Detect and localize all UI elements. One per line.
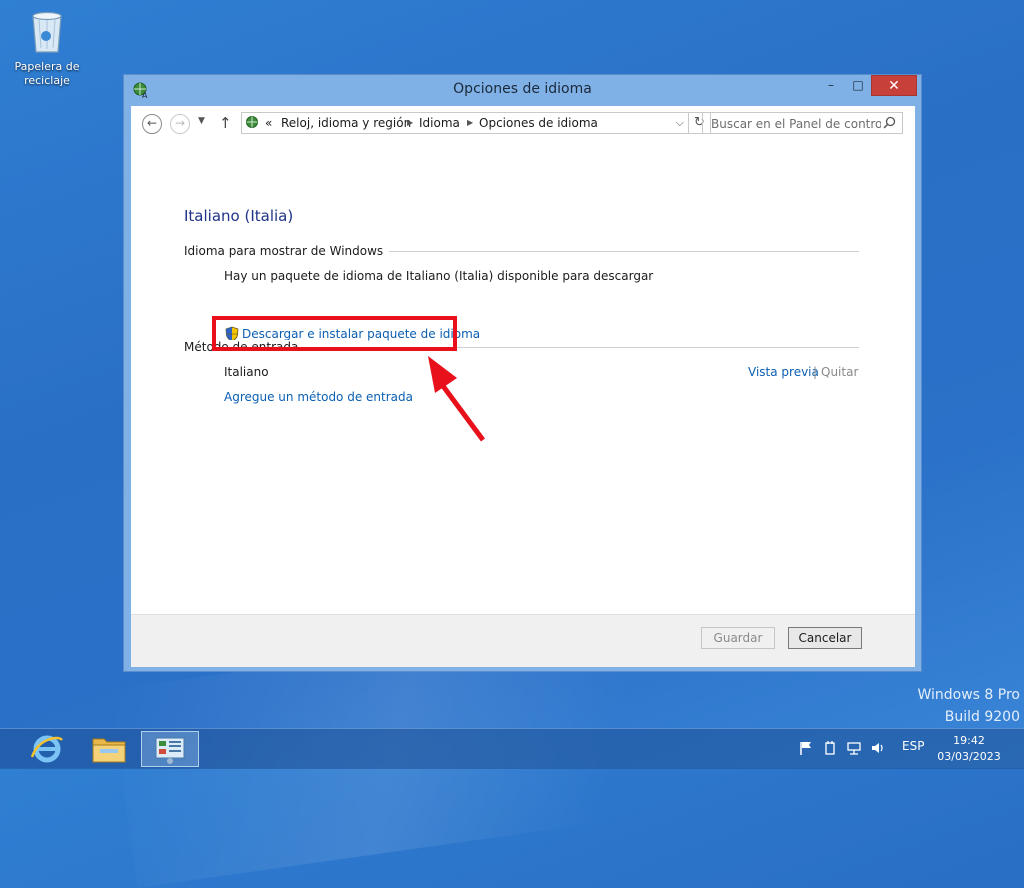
clock-date: 03/03/2023 [937,750,1001,763]
recycle-bin-desktop-icon[interactable]: Papelera de reciclaje [10,6,84,88]
page-title: Italiano (Italia) [184,207,294,225]
link-separator: | [813,365,818,379]
control-panel-icon [155,737,185,764]
taskbar: ESP 19:42 03/03/2023 [0,728,1024,769]
breadcrumb-separator-icon[interactable]: ▶ [467,118,473,127]
red-pointer-arrow-icon [428,356,486,442]
language-options-window: A Opciones de idioma – □ ✕ ← → ▼ ↑ « Rel… [123,74,922,672]
network-icon[interactable] [846,740,862,756]
language-indicator[interactable]: ESP [902,739,924,753]
forward-button[interactable]: → [170,114,190,134]
clock-time: 19:42 [953,734,985,747]
maximize-button[interactable]: □ [843,75,873,96]
recycle-bin-label: Papelera de reciclaje [14,60,80,87]
search-icon[interactable] [883,116,896,129]
highlight-box [212,316,457,351]
up-arrow-icon[interactable]: ↑ [219,114,232,132]
window-titlebar[interactable]: A Opciones de idioma – □ ✕ [124,75,921,105]
watermark-build: Build 9200 [944,709,1020,725]
search-input[interactable] [709,116,883,132]
language-options-content: Italiano (Italia) Idioma para mostrar de… [131,138,915,614]
remove-link[interactable]: Quitar [821,365,858,379]
breadcrumb-overflow[interactable]: « [265,116,272,130]
display-language-section-header: Idioma para mostrar de Windows [184,244,390,258]
search-box[interactable] [702,112,903,134]
windows-build-watermark: Windows 8 Pro Build 9200 [917,684,1020,728]
control-panel-icon [245,115,261,131]
back-button[interactable]: ← [142,114,162,134]
preview-link[interactable]: Vista previa [748,365,819,379]
save-button[interactable]: Guardar [701,627,775,649]
clock[interactable]: 19:42 03/03/2023 [936,733,1002,765]
window-title: Opciones de idioma [453,81,592,97]
address-bar[interactable]: « Reloj, idioma y región ▶ Idioma ▶ Opci… [241,112,689,134]
recent-locations-chevron-icon[interactable]: ▼ [198,116,205,126]
volume-icon[interactable] [870,740,886,756]
internet-explorer-icon [30,735,63,763]
breadcrumb-language[interactable]: Idioma [419,116,460,130]
file-explorer-taskbar-button[interactable] [80,731,138,767]
language-pack-notice: Hay un paquete de idioma de Italiano (It… [224,269,654,283]
window-client-area: ← → ▼ ↑ « Reloj, idioma y región ▶ Idiom… [131,106,915,667]
input-method-name: Italiano [224,365,269,379]
watermark-edition: Windows 8 Pro [917,687,1020,703]
close-button[interactable]: ✕ [871,75,917,96]
cancel-button[interactable]: Cancelar [788,627,862,649]
navigation-bar: ← → ▼ ↑ « Reloj, idioma y región ▶ Idiom… [131,106,915,138]
breadcrumb-language-options[interactable]: Opciones de idioma [479,116,598,130]
control-panel-taskbar-button[interactable] [141,731,199,767]
recycle-bin-icon [27,6,67,56]
internet-explorer-taskbar-button[interactable] [18,731,76,767]
breadcrumb-clock-language-region[interactable]: Reloj, idioma y región [281,116,411,130]
minimize-button[interactable]: – [816,75,846,96]
breadcrumb-separator-icon[interactable]: ▶ [407,118,413,127]
add-input-method-link[interactable]: Agregue un método de entrada [224,390,413,404]
action-center-flag-icon[interactable] [798,740,814,756]
folder-icon [92,738,126,763]
dialog-footer: Guardar Cancelar [131,614,915,667]
address-dropdown-chevron-icon[interactable]: ⌵ [676,116,684,130]
power-plug-icon[interactable] [822,740,838,756]
